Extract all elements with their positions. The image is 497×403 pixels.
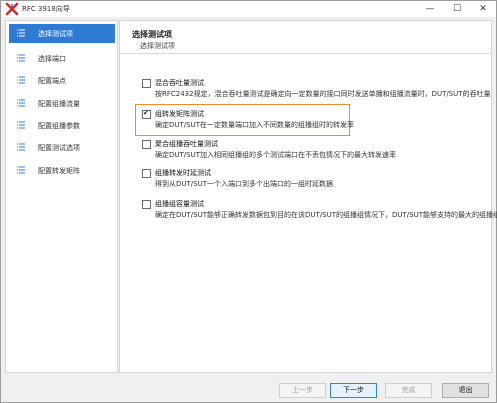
option-description: 得到从DUT/SUT一个入端口到多个出端口的一组时延数据 xyxy=(155,180,333,188)
option-title: 混合吞吐量测试 xyxy=(155,79,204,87)
sidebar-item-label: 配置组播流量 xyxy=(38,100,80,108)
sidebar-item-test-options[interactable]: 配置测试选项 xyxy=(9,138,115,157)
sidebar-item-forwarding-matrix[interactable]: 配置转发矩阵 xyxy=(9,161,115,180)
sidebar-item-label: 配置测试选项 xyxy=(38,144,80,152)
prev-button[interactable]: 上一步 xyxy=(279,383,326,398)
sidebar-item-label: 选择测试项 xyxy=(38,30,73,38)
finish-button[interactable]: 完成 xyxy=(385,383,432,398)
minimize-button[interactable]: — xyxy=(417,1,443,17)
mixed-throughput-checkbox[interactable] xyxy=(142,79,151,88)
list-icon xyxy=(17,143,25,151)
sidebar-item-endpoints[interactable]: 配置端点 xyxy=(9,71,115,90)
forwarding-matrix-checkbox[interactable] xyxy=(142,109,151,119)
list-icon xyxy=(17,99,25,107)
sidebar-item-label: 配置组播参数 xyxy=(38,122,80,130)
option-description: 按RFC2432规定，混合吞吐量测试是确定向一定数量的接口同时发送单播和组播流量… xyxy=(155,90,491,98)
window-title: RFC 3918向导 xyxy=(22,5,70,13)
wizard-steps-sidebar: 选择测试项 选择端口 配置端点 配置组播流量 配置组播参数 配置测试选项 配置转… xyxy=(5,20,118,373)
list-icon xyxy=(17,166,25,174)
sidebar-item-select-ports[interactable]: 选择端口 xyxy=(9,49,115,68)
group-capacity-checkbox[interactable] xyxy=(142,200,151,209)
list-icon xyxy=(17,29,25,37)
sidebar-item-label: 选择端口 xyxy=(38,55,66,63)
option-description: 确定DUT/SUT加入相同组播组的多个测试端口在不丢包情况下的最大转发速率 xyxy=(155,151,396,159)
maximize-button[interactable]: ☐ xyxy=(444,1,470,17)
wizard-window: RFC 3918向导 — ☐ ✕ 选择测试项 选择端口 配置端点 配置组播流量 … xyxy=(0,0,497,403)
app-logo-icon xyxy=(5,2,19,16)
option-description: 确定在DUT/SUT能够正确转发数据包到目的在该DUT/SUT的组播组情况下，D… xyxy=(155,211,497,219)
sidebar-item-label: 配置端点 xyxy=(38,77,66,85)
forwarding-latency-checkbox[interactable] xyxy=(142,169,151,178)
exit-button[interactable]: 退出 xyxy=(442,383,489,398)
option-description: 确定DUT/SUT在一定数量端口加入不同数量的组播组时的转发率 xyxy=(155,121,354,129)
content-panel: 选择测试项 选择测试项 混合吞吐量测试 按RFC2432规定，混合吞吐量测试是确… xyxy=(119,20,497,373)
aggregate-throughput-checkbox[interactable] xyxy=(142,140,151,149)
sidebar-item-label: 配置转发矩阵 xyxy=(38,167,80,175)
sidebar-item-multicast-params[interactable]: 配置组播参数 xyxy=(9,116,115,135)
page-subtitle: 选择测试项 xyxy=(140,42,175,50)
option-title: 组播转发时延测试 xyxy=(155,169,211,177)
option-title: 组转发矩阵测试 xyxy=(155,110,204,118)
option-title: 组播组容量测试 xyxy=(155,200,204,208)
sidebar-item-select-tests[interactable]: 选择测试项 xyxy=(9,24,115,43)
option-title: 聚合组播吞吐量测试 xyxy=(155,140,218,148)
page-title: 选择测试项 xyxy=(132,30,172,39)
close-button[interactable]: ✕ xyxy=(470,1,496,17)
header-divider xyxy=(120,53,491,54)
sidebar-item-multicast-traffic[interactable]: 配置组播流量 xyxy=(9,94,115,113)
list-icon xyxy=(17,76,25,84)
list-icon xyxy=(17,121,25,129)
next-button[interactable]: 下一步 xyxy=(330,383,377,398)
list-icon xyxy=(17,54,25,62)
title-bar: RFC 3918向导 — ☐ ✕ xyxy=(1,1,496,17)
